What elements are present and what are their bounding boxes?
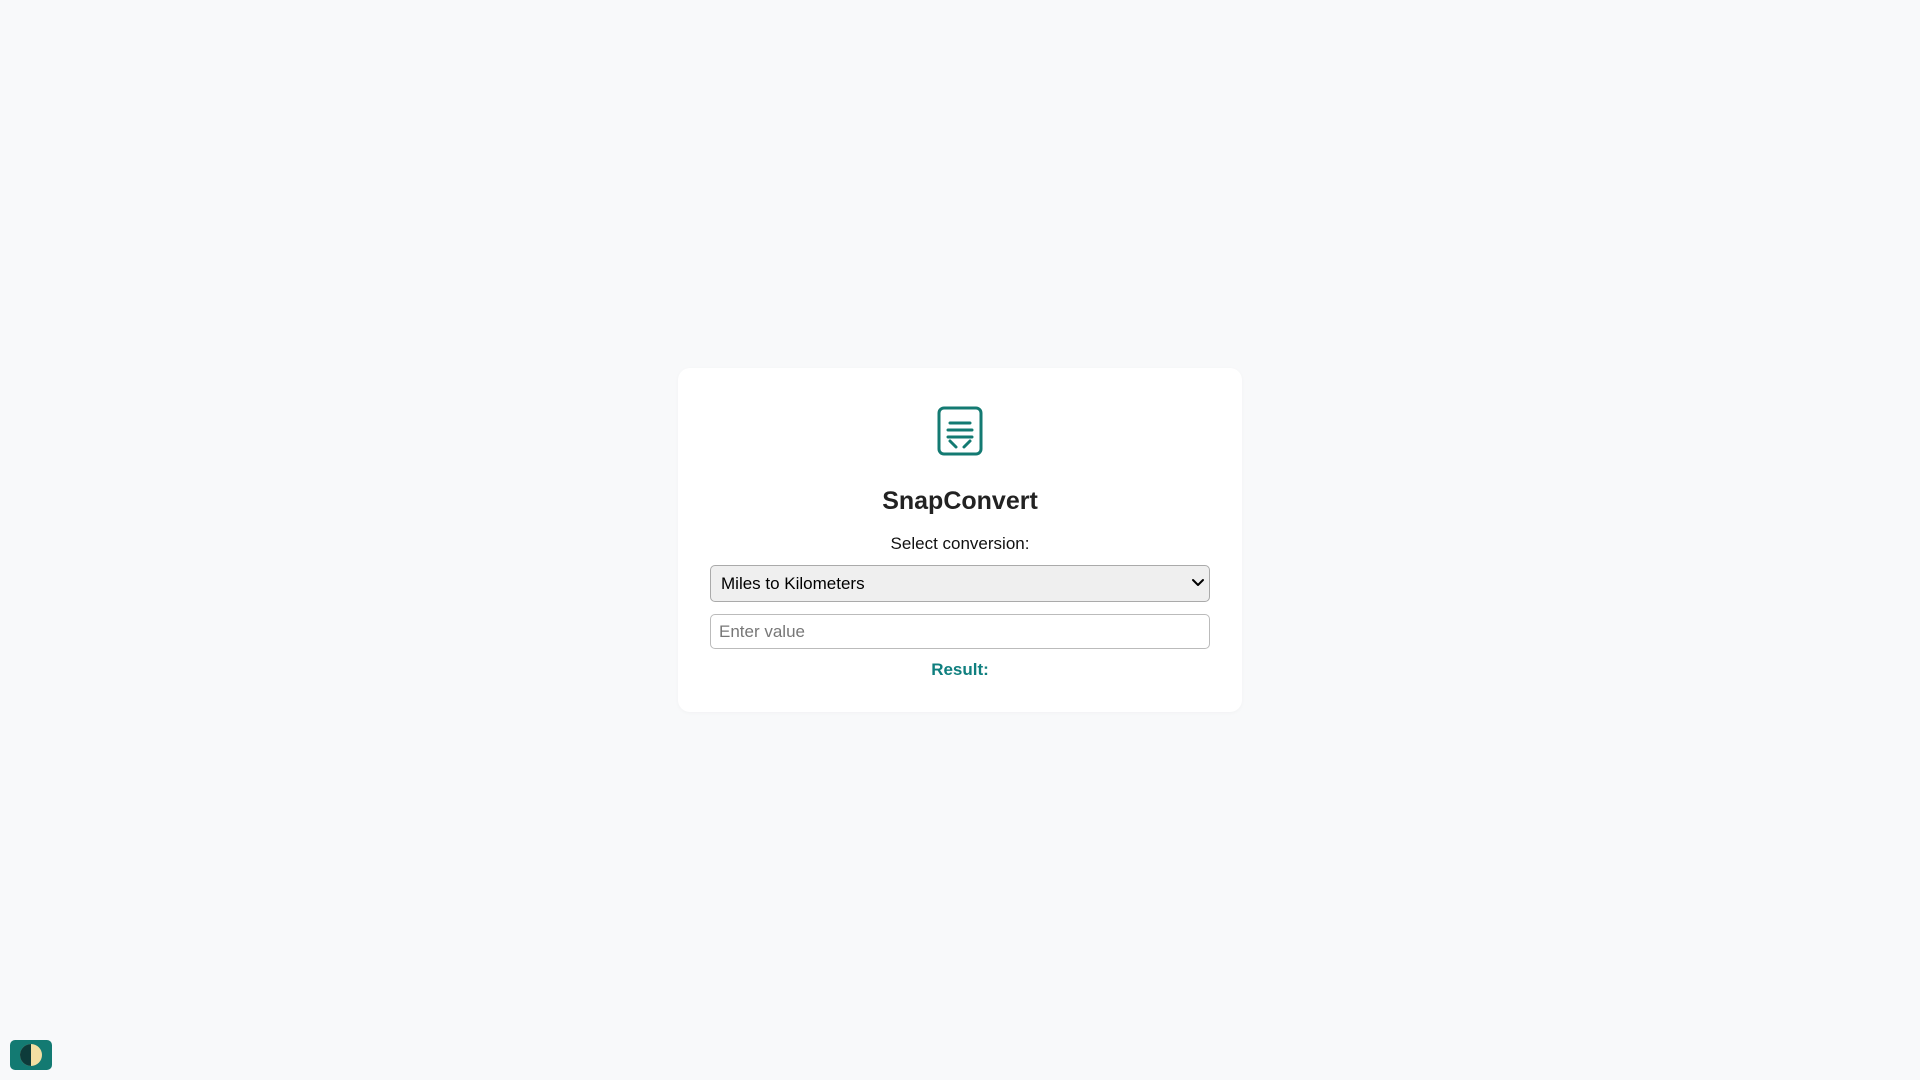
converter-card: SnapConvert Select conversion: Miles to … <box>678 368 1242 712</box>
value-input[interactable] <box>710 614 1210 649</box>
converter-logo-icon <box>937 406 983 456</box>
result-label: Result: <box>931 660 989 679</box>
half-moon-contrast-icon <box>20 1044 42 1066</box>
app-title: SnapConvert <box>882 487 1038 515</box>
conversion-select-wrapper: Miles to Kilometers <box>710 565 1210 602</box>
theme-toggle-button[interactable] <box>10 1040 52 1070</box>
conversion-select-label: Select conversion: <box>890 534 1030 553</box>
conversion-select[interactable]: Miles to Kilometers <box>710 565 1210 602</box>
